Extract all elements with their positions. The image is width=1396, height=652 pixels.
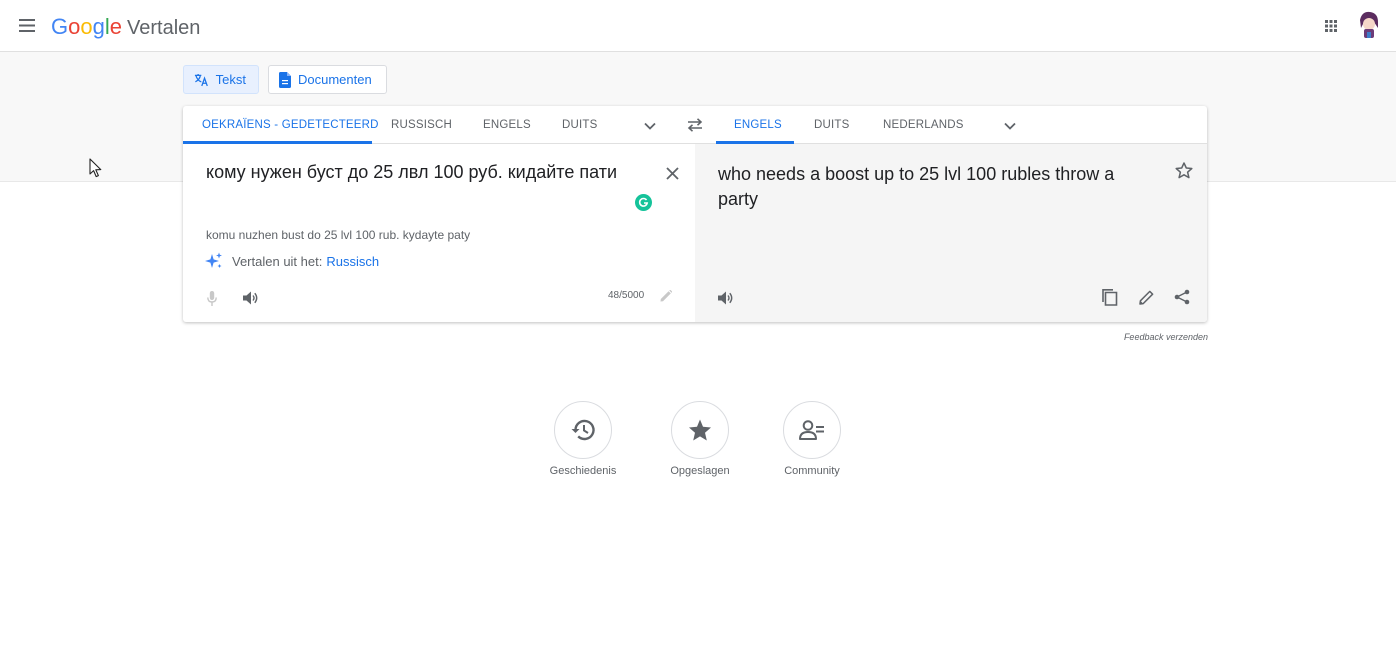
target-tab-german[interactable]: DUITS [814,106,850,144]
sparkle-icon [205,252,222,268]
saved-shortcut-circle [671,401,729,459]
community-shortcut-circle [783,401,841,459]
copy-icon [1102,288,1118,306]
character-count: 48/5000 [608,290,645,301]
source-transliteration: komu nuzhen bust do 25 lvl 100 rub. kyda… [206,228,471,242]
top-bar: Google Vertalen [0,0,1396,52]
history-icon [571,419,595,441]
saved-label: Opgeslagen [670,465,730,477]
voice-input-button[interactable] [202,288,222,308]
google-translate-logo[interactable]: Google Vertalen [51,14,200,40]
source-tab-english[interactable]: ENGELS [483,106,531,144]
history-label: Geschiedenis [549,465,617,477]
language-bar: OEKRAÏENS - GEDETECTEERD RUSSISCH ENGELS… [183,106,1207,144]
save-translation-button[interactable] [1173,159,1195,181]
source-text-input[interactable]: кому нужен буст до 25 лвл 100 руб. кидай… [206,162,617,183]
mouse-cursor-icon [89,158,102,178]
translate-icon [194,73,208,86]
detect-prefix: Vertalen uit het: [232,253,323,269]
target-language-dropdown[interactable] [998,115,1022,137]
microphone-icon [207,290,217,306]
listen-translation-button[interactable] [715,287,737,309]
chevron-down-icon [1004,122,1016,130]
text-mode-button[interactable]: Tekst [183,65,259,94]
star-outline-icon [1175,161,1193,178]
account-avatar[interactable] [1356,10,1382,40]
chevron-down-icon [644,122,656,130]
community-shortcut[interactable]: Community [770,401,854,477]
speaker-icon [718,291,733,305]
hamburger-menu-icon [19,19,35,32]
community-label: Community [784,465,840,477]
logo-letter: o [68,14,81,39]
translation-output-text[interactable]: who needs a boost up to 25 lvl 100 ruble… [718,162,1158,212]
apps-grid-icon [1325,20,1337,32]
pencil-icon [1138,290,1153,305]
logo-letter: e [109,14,123,39]
target-tab-english[interactable]: ENGELS [734,106,782,144]
close-icon [665,166,679,180]
product-name: Vertalen [127,17,201,39]
text-mode-label: Tekst [215,72,246,87]
swap-languages-button[interactable] [683,114,707,136]
detected-language-link[interactable]: Russisch [326,254,379,269]
source-language-dropdown[interactable] [638,115,662,137]
history-shortcut-circle [554,401,612,459]
google-apps-button[interactable] [1318,13,1344,39]
source-tab-indicator [183,141,372,144]
edit-translation-button[interactable] [1135,286,1157,308]
edit-source-button[interactable] [657,287,675,305]
swap-arrows-icon [687,118,703,132]
source-tab-russian[interactable]: RUSSISCH [391,106,452,144]
clear-source-button[interactable] [661,162,683,184]
copy-translation-button[interactable] [1099,286,1121,308]
pencil-icon [660,290,672,302]
logo-letter: g [92,14,105,39]
document-icon [279,71,291,88]
star-icon [689,419,711,441]
main-menu-button[interactable] [14,12,42,40]
logo-letter: G [51,14,69,39]
detected-language-suggestion: Vertalen uit het: Russisch [204,252,379,270]
translation-card: OEKRAÏENS - GEDETECTEERD RUSSISCH ENGELS… [183,106,1207,322]
saved-shortcut[interactable]: Opgeslagen [658,401,742,477]
source-tab-detected[interactable]: OEKRAÏENS - GEDETECTEERD [202,106,379,144]
listen-source-button[interactable] [240,287,262,309]
documents-mode-button[interactable]: Documenten [268,65,387,94]
history-shortcut[interactable]: Geschiedenis [541,401,625,477]
share-translation-button[interactable] [1171,286,1193,308]
grammarly-icon [634,193,652,211]
community-icon [799,420,824,440]
logo-letter: o [80,14,93,39]
target-tab-dutch[interactable]: NEDERLANDS [883,106,964,144]
grammarly-button[interactable] [634,193,652,211]
translation-output-pane: who needs a boost up to 25 lvl 100 ruble… [695,144,1207,322]
avatar-icon [1360,11,1378,38]
send-feedback-link[interactable]: Feedback verzenden [1100,332,1208,342]
share-icon [1174,289,1190,305]
documents-mode-label: Documenten [298,72,372,87]
speaker-icon [243,291,258,305]
source-tab-german[interactable]: DUITS [562,106,598,144]
